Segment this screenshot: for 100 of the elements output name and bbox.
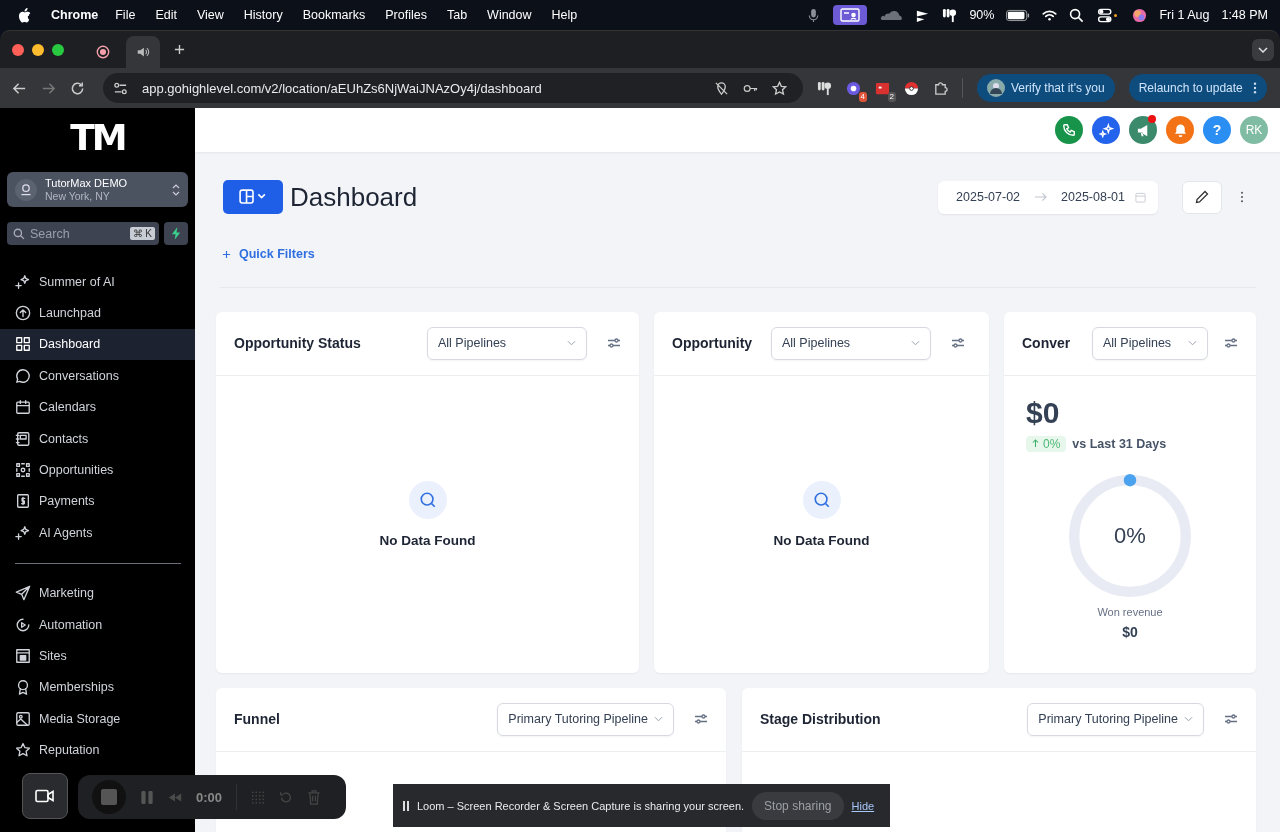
relaunch-button[interactable]: Relaunch to update [1128,74,1267,102]
chevron-down-icon [911,340,920,346]
close-window-button[interactable] [12,43,24,56]
stop-sharing-button[interactable]: Stop sharing [752,791,844,820]
screen-share-icon[interactable] [833,5,868,25]
upload-icon [15,305,31,322]
chevron-down-icon [1184,716,1193,722]
menu-item[interactable]: Tab [446,8,468,22]
video-camera-icon [35,789,55,803]
sparkle-icon [1098,122,1114,138]
maximize-window-button[interactable] [52,43,64,56]
menu-item[interactable]: File [115,8,136,22]
menu-item[interactable]: Window [487,8,532,22]
ball-icon[interactable] [904,80,919,96]
card-title: Conver [1022,335,1071,351]
menu-item[interactable]: Edit [155,8,177,22]
sidebar-item[interactable]: Media Storage [0,703,195,735]
menu-item[interactable]: Profiles [385,8,427,22]
record-icon [96,45,110,59]
verify-identity-button[interactable]: Verify that it's you [977,74,1115,102]
hide-link[interactable]: Hide [851,799,875,812]
sidebar-item[interactable]: Launchpad [0,297,195,329]
browser-tab[interactable] [126,36,160,68]
sidebar-item[interactable]: Opportunities [0,454,195,486]
magnifier-icon [418,490,437,509]
sidebar-item[interactable]: Automation [0,608,195,641]
menu-item[interactable]: View [196,8,224,22]
sidebar-item[interactable]: Sites [0,640,195,672]
keys-icon[interactable] [942,7,958,23]
sidebar-item[interactable]: Reputation [0,734,195,766]
bookmark-star-icon[interactable] [772,80,787,96]
apple-logo-icon[interactable] [18,7,31,23]
ai-sparkle-button[interactable] [1092,116,1120,144]
siri-icon[interactable] [1132,7,1148,23]
filter-icon[interactable] [1224,337,1238,349]
sidebar-item[interactable]: Calendars [0,391,195,423]
quick-action-button[interactable] [164,222,188,245]
chat-bubble-icon [15,367,31,384]
menubar-date[interactable]: Fri 1 Aug [1159,8,1210,22]
notification-badge: 2 [887,91,896,102]
empty-state-message: No Data Found [773,532,870,548]
edit-button[interactable] [1182,180,1222,214]
logo[interactable]: TM [70,118,125,158]
sidebar-item[interactable]: AI Agents [0,517,195,549]
menu-item[interactable]: Bookmarks [302,8,366,22]
menu-item[interactable]: History [243,8,283,22]
pipeline-select[interactable]: All Pipelines [1092,326,1208,360]
app-menu[interactable]: Chrome [51,8,99,22]
pencil-icon [1195,190,1209,204]
camera-button[interactable] [22,773,68,819]
more-icon[interactable] [1240,191,1244,203]
browser-icon [15,648,31,664]
sidebar-item[interactable]: Marketing [0,577,195,609]
stop-recording-button[interactable] [92,780,126,814]
phone-button[interactable] [1055,116,1083,144]
reload-icon[interactable] [70,80,85,96]
date-range-picker[interactable]: 2025-07-02 2025-08-01 [938,180,1158,214]
pipeline-select[interactable]: All Pipelines [427,326,587,360]
notifications-button[interactable] [1166,116,1194,144]
sidebar-item[interactable]: Conversations [0,360,195,392]
sidebar-item[interactable]: Contacts [0,422,195,455]
announcements-button[interactable] [1129,116,1157,144]
sharing-message: Loom – Screen Recorder & Screen Capture is sharing your screen. [417,799,745,812]
pipeline-select[interactable]: All Pipelines [771,326,931,360]
search-icon[interactable] [1069,7,1085,23]
menubar-time[interactable]: 1:48 PM [1221,8,1268,22]
sidebar-item[interactable]: Memberships [0,671,195,704]
sidebar-item[interactable]: Dashboard [0,328,195,361]
tab-search-button[interactable] [1252,38,1274,61]
account-switcher[interactable]: TutorMax DEMO New York, NY [7,172,188,207]
address-bar[interactable]: app.gohighlevel.com/v2/location/aEUhZs6NjWaiJNAzOy4j/dashboard [103,73,803,103]
new-tab-icon[interactable] [174,44,185,55]
battery-icon[interactable] [1006,7,1031,23]
dots-grid-icon[interactable] [251,789,266,805]
search-input[interactable]: Search [30,226,125,241]
card-title: Funnel [234,711,280,727]
filter-icon[interactable] [694,713,708,725]
site-settings-icon[interactable] [113,80,128,96]
layout-switcher-button[interactable] [223,180,283,214]
keys-icon[interactable] [817,80,832,96]
quick-filters-link[interactable]: Quick Filters [222,247,315,261]
pipeline-select[interactable]: Primary Tutoring Pipeline [497,702,674,736]
pipeline-select[interactable]: Primary Tutoring Pipeline [1027,702,1204,736]
filter-icon[interactable] [951,337,965,349]
sidebar-item[interactable]: Summer of AI [0,266,195,298]
menu-item[interactable]: Help [551,8,578,22]
restart-icon[interactable] [279,789,294,805]
search-field[interactable]: Search ⌘ K [7,222,159,245]
eye-slash-icon[interactable] [714,80,729,96]
arrow-up-icon [1032,439,1039,448]
filter-icon[interactable] [607,337,621,349]
extension-icon[interactable] [846,80,861,96]
sidebar-item[interactable]: Payments [0,485,195,518]
shortcut-hint: ⌘ K [129,227,155,240]
chevron-down-icon [1188,340,1197,346]
lightning-icon [170,227,182,240]
avatar-icon [987,79,1005,97]
minimize-window-button[interactable] [32,43,44,56]
filter-icon[interactable] [1224,713,1238,725]
puzzle-icon[interactable] [933,80,948,96]
